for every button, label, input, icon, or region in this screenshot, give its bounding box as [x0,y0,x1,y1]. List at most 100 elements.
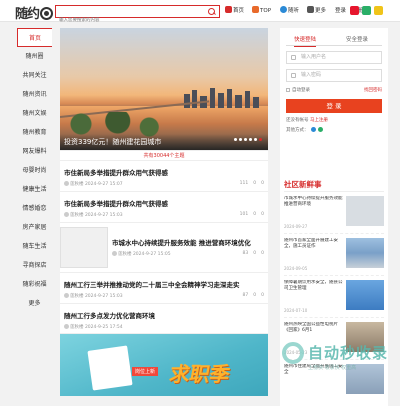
sidebar-item[interactable]: 情感婚恋 [17,199,52,218]
article-stats: 111 0 0 [235,181,264,186]
avatar [112,251,117,256]
password-field[interactable]: 输入密码 [286,69,382,82]
article-author[interactable]: 莲秋楼 [70,182,84,187]
sidebar-item[interactable]: 随州教育 [17,123,52,142]
nav-listen[interactable]: 随听 [280,6,299,14]
article-author[interactable]: 莲秋楼 [70,213,84,218]
article-date: 2024-9-25 17:54 [84,325,123,330]
sidebar-item-home[interactable]: 首页 [17,28,52,47]
comments-count: 0 [253,293,257,298]
news-item[interactable]: 保障暑期饮用水安全，随县公司卫生管理 2024-07-10 [284,276,384,318]
article-author[interactable]: 莲秋楼 [70,294,84,299]
password-placeholder: 输入密码 [301,72,322,78]
search-input[interactable] [56,15,196,26]
tab-secure-login[interactable]: 安全登录 [346,34,368,46]
building [253,97,259,108]
article-item[interactable]: 随州工行三举并推推动党的二十届三中全会精神学习走深走实 莲秋楼 2024-9-2… [60,273,268,304]
register-prompt: 还没有帐号 马上注册 [286,117,382,123]
search-box [55,5,220,26]
carousel-dot[interactable] [239,138,242,141]
news-thumbnail[interactable] [346,238,384,268]
building [218,93,224,108]
article-title[interactable]: 市城水中心持续提升服务效能 推进营商环境优化 [112,237,251,247]
remember-checkbox[interactable] [286,88,290,92]
nav-home[interactable]: 首页 [225,6,244,14]
login-panel: 快速登陆 安全登录 输入用户名 输入密码 自动登录 找回密码 登 录 还没有帐号… [280,28,388,162]
news-thumbnail[interactable] [346,196,384,226]
comments-count: 0 [253,181,257,186]
weibo-icon[interactable] [350,6,359,15]
topic-count: 共有30044个主题 [60,150,268,161]
article-author[interactable]: 莲秋楼 [70,325,84,330]
lock-icon [291,73,296,78]
remember-label: 自动登录 [292,88,310,93]
category-sidebar: 首页 随州圈 共同关注 随州资讯 随州文娱 随州教育 网友爆料 母婴时尚 健康生… [17,28,52,313]
comments-count: 0 [253,212,257,217]
news-title[interactable]: 市城水中心持续提升服务效能 推进营商环境 [284,196,344,220]
site-logo[interactable]: 随约 [15,3,54,22]
sidebar-item[interactable]: 共同关注 [17,66,52,85]
carousel-dot[interactable] [249,138,252,141]
sidebar-item[interactable]: 随彩祝福 [17,275,52,294]
promo-banner[interactable]: 岗位上新 求职季 [60,334,268,396]
news-item[interactable]: 市城水中心持续提升服务效能 推进营商环境 2024-09-27 [284,192,384,234]
login-link[interactable]: 登录 [335,6,346,14]
carousel-dot[interactable] [259,138,262,141]
news-title[interactable]: 保障暑期饮用水安全，随县公司卫生管理 [284,280,344,304]
logo-text: 随约 [15,7,40,22]
article-title[interactable]: 市住新局多举措提升群众用气获得感 [64,167,168,177]
article-title[interactable]: 市住新局多举措提升群众用气获得感 [64,198,168,208]
qq-icon[interactable] [374,6,383,15]
article-item[interactable]: 市城水中心持续提升服务效能 推进营商环境优化 莲秋楼 2024-9-27 15:… [60,223,268,273]
carousel-dot[interactable] [234,138,237,141]
wechat-icon[interactable] [362,6,371,15]
wechat-login-icon[interactable] [317,127,323,132]
sidebar-item[interactable]: 房产家居 [17,218,52,237]
watermark-logo-icon [282,342,304,364]
article-author[interactable]: 莲秋楼 [118,252,132,257]
promo-tag: 岗位上新 [132,367,159,376]
watermark-subtext: 上榜快·收录快·权重高 [308,365,357,371]
news-date: 2024-09-27 [284,224,308,229]
news-thumbnail[interactable] [346,280,384,310]
likes-count: 0 [261,212,264,217]
sidebar-item[interactable]: 随州圈 [17,47,52,66]
sidebar-item[interactable]: 寻商探店 [17,256,52,275]
register-link[interactable]: 马上注册 [310,118,328,123]
carousel-dot[interactable] [254,138,257,141]
news-title[interactable]: 随州市首家全面开展建工安全，施工员证作 [284,238,344,262]
carousel-dot[interactable] [244,138,247,141]
article-stats: 87 0 0 [238,293,264,298]
forgot-password-link[interactable]: 找回密码 [364,87,382,93]
article-item[interactable]: 市住新局多举措提升群众用气获得感 莲秋楼 2024-9-27 15:03 101… [60,192,268,223]
article-title[interactable]: 随州工行多点发力优化营商环境 [64,310,155,320]
sidebar-item[interactable]: 网友爆料 [17,142,52,161]
nav-more[interactable]: 更多 [307,6,326,14]
nav-label: 更多 [315,8,327,14]
carousel-dots [232,126,262,145]
qq-login-icon[interactable] [310,127,316,132]
hero-carousel[interactable]: 投资339亿元！随州建花园城市 [60,28,268,150]
hero-caption-text[interactable]: 投资339亿元！随州建花园城市 [64,137,161,147]
article-meta: 莲秋楼 2024-9-27 15:07 [64,181,123,187]
search-icon[interactable] [206,7,218,16]
tab-quick-login[interactable]: 快速登陆 [294,34,317,47]
sidebar-item[interactable]: 随州资讯 [17,85,52,104]
username-field[interactable]: 输入用户名 [286,51,382,64]
article-item[interactable]: 随州工行多点发力优化营商环境 莲秋楼 2024-9-25 17:54 [60,304,268,334]
sidebar-item[interactable]: 随车生活 [17,237,52,256]
register-text: 还没有帐号 [286,118,309,123]
article-stats: 101 0 0 [235,212,264,217]
article-item[interactable]: 市住新局多举措提升群众用气获得感 莲秋楼 2024-9-27 15:07 111… [60,161,268,192]
sidebar-item[interactable]: 随州文娱 [17,104,52,123]
news-item[interactable]: 随州市首家全面开展建工安全，施工员证作 2024-09-05 [284,234,384,276]
other-login-label: 其他方式： [286,128,309,133]
nav-top[interactable]: TOP [252,6,271,14]
sidebar-item[interactable]: 健康生活 [17,180,52,199]
article-meta: 莲秋楼 2024-9-27 15:05 [112,251,171,257]
sidebar-item[interactable]: 母婴时尚 [17,161,52,180]
sidebar-item-more[interactable]: 更多 [17,294,52,313]
article-thumbnail[interactable] [60,227,108,268]
article-title[interactable]: 随州工行三举并推推动党的二十届三中全会精神学习走深走实 [64,279,240,289]
login-button[interactable]: 登 录 [286,99,382,113]
